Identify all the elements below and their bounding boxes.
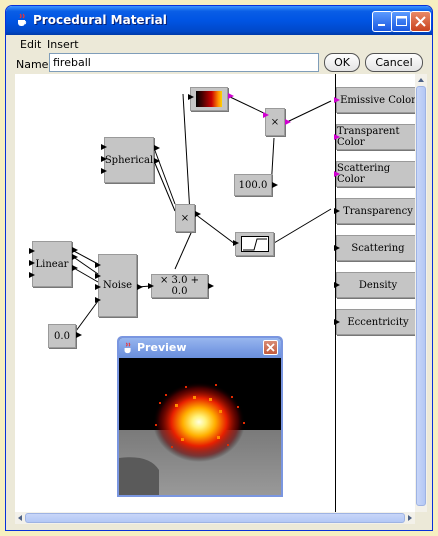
- horizontal-scroll-thumb[interactable]: [25, 513, 405, 523]
- output-scattering[interactable]: Scattering: [336, 235, 415, 261]
- output-eccentricity[interactable]: Eccentricity: [336, 309, 415, 335]
- fireball-preview-render: [119, 358, 281, 495]
- output-scattering-color[interactable]: Scattering Color: [336, 161, 415, 187]
- output-emissive-color[interactable]: Emissive Color: [336, 87, 415, 113]
- linear-output-port-2[interactable]: [72, 254, 78, 260]
- scattering-port[interactable]: [334, 245, 340, 251]
- horizontal-scrollbar[interactable]: [15, 512, 415, 524]
- maximize-button[interactable]: [391, 11, 412, 32]
- constant-100-output-port[interactable]: [272, 182, 278, 188]
- noise-node[interactable]: Noise: [98, 254, 137, 317]
- wire-const0-to-noise: [75, 300, 99, 332]
- scroll-up-arrow-icon[interactable]: [415, 75, 427, 85]
- window-title: Procedural Material: [33, 13, 167, 27]
- scattering-color-port[interactable]: [334, 171, 340, 177]
- output-density[interactable]: Density: [336, 272, 415, 298]
- noise-input-port-3[interactable]: [95, 284, 101, 290]
- linear-input-port-2[interactable]: [29, 260, 35, 266]
- output-transparency[interactable]: Transparency: [336, 198, 415, 224]
- multiply-node-middle[interactable]: ×: [175, 204, 195, 232]
- wire-gradient-input: [182, 93, 191, 215]
- linear-output-port-1[interactable]: [72, 247, 78, 253]
- linear-output-port-3[interactable]: [72, 265, 78, 271]
- title-bar[interactable]: Procedural Material: [6, 6, 432, 35]
- constant-0-node[interactable]: 0.0: [48, 324, 76, 348]
- noise-input-port-2[interactable]: [95, 273, 101, 279]
- scale-input-port[interactable]: [148, 283, 154, 289]
- gradient-output-port[interactable]: [228, 93, 234, 99]
- noise-input-port-1[interactable]: [95, 262, 101, 268]
- wire-curve-to-transparency: [273, 208, 332, 244]
- eccentricity-port[interactable]: [334, 319, 340, 325]
- spherical-output-port-1[interactable]: [154, 145, 160, 151]
- curve-node[interactable]: [235, 232, 274, 256]
- vertical-scrollbar[interactable]: [415, 74, 427, 512]
- name-input[interactable]: [49, 53, 319, 72]
- curve-input-port[interactable]: [233, 240, 239, 246]
- scroll-left-arrow-icon[interactable]: [15, 512, 25, 524]
- scale-output-port[interactable]: [208, 283, 214, 289]
- spherical-node[interactable]: Spherical: [104, 137, 154, 183]
- noise-input-port-4[interactable]: [95, 297, 101, 303]
- minimize-button[interactable]: [372, 11, 393, 32]
- preview-title-bar[interactable]: Preview: [119, 338, 281, 358]
- multiply-top-input-port-a[interactable]: [263, 112, 269, 118]
- constant-100-node[interactable]: 100.0: [234, 174, 272, 196]
- linear-node[interactable]: Linear: [32, 241, 72, 287]
- menu-insert[interactable]: Insert: [47, 38, 79, 51]
- minimize-icon: [378, 24, 385, 26]
- emissive-color-port[interactable]: [334, 97, 340, 103]
- wire-spherical-to-multiply-a: [153, 147, 176, 205]
- cancel-button[interactable]: Cancel: [365, 53, 423, 72]
- preview-close-button[interactable]: [263, 340, 278, 355]
- linear-input-port-3[interactable]: [29, 272, 35, 278]
- spherical-output-port-2[interactable]: [154, 158, 160, 164]
- wire-multiply-to-curve: [194, 213, 236, 245]
- procedural-material-window: Procedural Material Edit Insert Name: OK…: [5, 5, 433, 531]
- color-gradient-node[interactable]: [190, 87, 228, 111]
- menu-edit[interactable]: Edit: [20, 38, 41, 51]
- java-cup-icon: [18, 13, 27, 26]
- menu-bar: Edit Insert: [6, 36, 432, 54]
- multiply-middle-output-port[interactable]: [195, 211, 201, 217]
- transparent-color-port[interactable]: [334, 134, 340, 140]
- multiply-top-output-port[interactable]: [285, 119, 291, 125]
- maximize-icon: [396, 16, 407, 26]
- linear-input-port-1[interactable]: [29, 248, 35, 254]
- output-transparent-color[interactable]: Transparent Color: [336, 124, 415, 150]
- close-icon: [415, 16, 426, 27]
- wire-spherical-to-multiply-b: [153, 160, 176, 212]
- spherical-input-port-1[interactable]: [101, 144, 107, 150]
- gradient-swatch: [196, 91, 222, 107]
- transparency-port[interactable]: [334, 208, 340, 214]
- preview-title: Preview: [137, 341, 187, 354]
- gradient-input-port[interactable]: [188, 94, 194, 100]
- constant-0-output-port[interactable]: [76, 332, 82, 338]
- scroll-right-arrow-icon[interactable]: [405, 512, 415, 524]
- curve-graph-icon: [240, 236, 269, 252]
- spherical-input-port-2[interactable]: [101, 156, 107, 162]
- spherical-input-port-3[interactable]: [101, 168, 107, 174]
- scale-offset-node[interactable]: × 3.0 + 0.0: [151, 274, 208, 298]
- name-label: Name:: [16, 58, 53, 71]
- ok-button[interactable]: OK: [324, 53, 360, 72]
- density-port[interactable]: [334, 282, 340, 288]
- close-icon: [266, 343, 275, 352]
- close-button[interactable]: [410, 11, 431, 32]
- vertical-scroll-thumb[interactable]: [416, 86, 426, 506]
- java-cup-icon: [124, 342, 131, 354]
- preview-window: Preview: [117, 336, 283, 497]
- wire-to-emissive-color: [286, 100, 332, 123]
- noise-output-port[interactable]: [137, 284, 143, 290]
